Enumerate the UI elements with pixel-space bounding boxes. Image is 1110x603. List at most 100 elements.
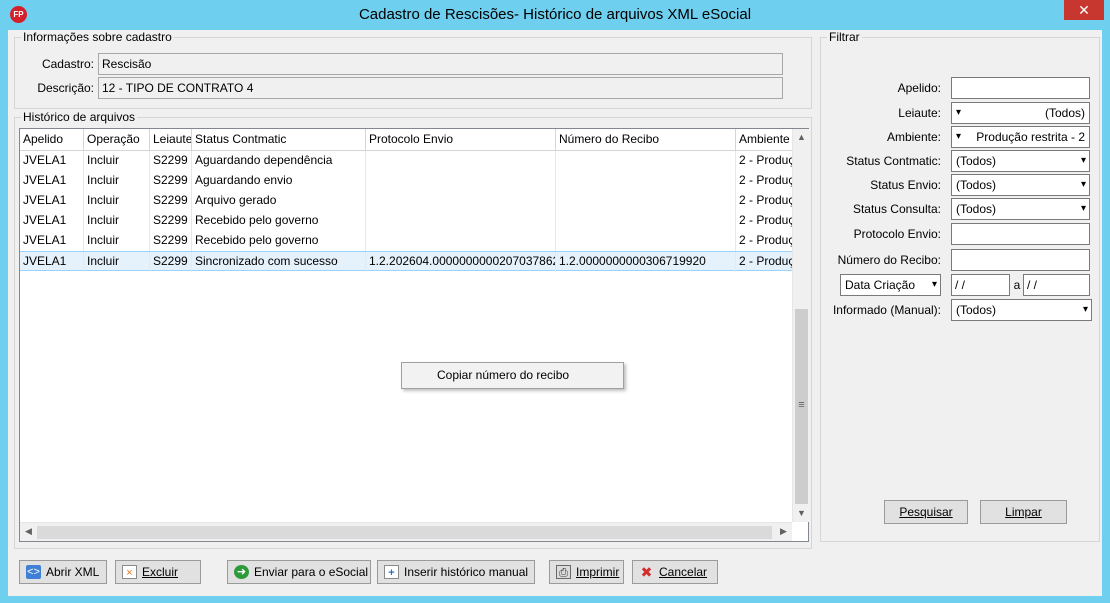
table-cell <box>366 231 556 251</box>
scroll-left-icon[interactable]: ◀ <box>20 523 37 540</box>
informado-select[interactable]: (Todos) ▾ <box>951 299 1092 321</box>
table-row[interactable]: JVELA1 Incluir S2299 Recebido pelo governo 2… <box>20 211 792 231</box>
table-cell: S2299 <box>150 191 192 211</box>
table-cell: 2 - Produção restrita <box>739 254 792 268</box>
table-cell <box>366 151 556 171</box>
table-cell: JVELA1 <box>20 211 84 231</box>
chevron-down-icon: ▾ <box>931 279 937 290</box>
cancelar-button[interactable]: ✖ Cancelar <box>632 560 718 584</box>
search-button-label: Pesquisar <box>899 505 953 519</box>
inserir-label: Inserir histórico manual <box>404 565 529 579</box>
send-icon: ➜ <box>234 565 249 579</box>
search-button[interactable]: Pesquisar <box>884 500 968 524</box>
scroll-down-icon[interactable]: ▼ <box>793 505 810 522</box>
col-protocolo-envio[interactable]: Protocolo Envio <box>366 129 556 150</box>
table-cell: S2299 <box>150 252 192 272</box>
chevron-down-icon: ▾ <box>1082 304 1088 315</box>
date-range-separator: a <box>1013 278 1021 292</box>
app-window: FP Cadastro de Rescisões- Histórico de a… <box>0 0 1110 603</box>
table-cell <box>556 231 736 251</box>
date-type-select[interactable]: Data Criação ▾ <box>840 274 941 296</box>
horizontal-scroll-thumb[interactable] <box>37 526 772 539</box>
close-button[interactable]: ✕ <box>1064 0 1104 20</box>
vertical-scrollbar[interactable]: ▲ ≡ ▼ <box>792 129 809 522</box>
cadastro-field: Rescisão <box>98 53 783 75</box>
descricao-field: 12 - TIPO DE CONTRATO 4 <box>98 77 783 99</box>
recibo-label: Número do Recibo: <box>837 253 941 267</box>
chevron-down-icon: ▾ <box>956 107 962 118</box>
info-group-label: Informações sobre cadastro <box>21 30 174 44</box>
table-row[interactable]: JVELA1 Incluir S2299 Aguardando envio 2 - Pr… <box>20 171 792 191</box>
table-cell: Recebido pelo governo <box>192 231 366 251</box>
imprimir-button[interactable]: ⎙ Imprimir <box>549 560 624 584</box>
date-from-input[interactable]: / / <box>951 274 1010 296</box>
table-cell: Incluir <box>84 151 150 171</box>
window-title: Cadastro de Rescisões- Histórico de arqu… <box>358 6 752 23</box>
table-cell: Arquivo gerado <box>192 191 366 211</box>
grip-icon: ≡ <box>798 399 805 411</box>
enviar-label: Enviar para o eSocial <box>254 565 369 579</box>
status-consulta-value: (Todos) <box>956 202 997 216</box>
apelido-input[interactable] <box>951 77 1090 99</box>
abrir-xml-button[interactable]: <> Abrir XML <box>19 560 107 584</box>
col-ambiente[interactable]: Ambiente <box>736 129 792 150</box>
status-envio-label: Status Envio: <box>870 178 941 192</box>
table-cell: 2 - Produção restrita <box>739 153 792 167</box>
col-numero-recibo[interactable]: Número do Recibo <box>556 129 736 150</box>
inserir-historico-button[interactable]: + Inserir histórico manual <box>377 560 535 584</box>
clear-button-label: Limpar <box>1005 505 1042 519</box>
col-status-contmatic[interactable]: Status Contmatic <box>192 129 366 150</box>
table-cell: JVELA1 <box>20 171 84 191</box>
leiaute-label: Leiaute: <box>898 106 941 120</box>
table-row[interactable]: JVELA1 Incluir S2299 Recebido pelo governo 2… <box>20 231 792 251</box>
table-cell: Aguardando dependência <box>192 151 366 171</box>
col-operacao[interactable]: Operação <box>84 129 150 150</box>
delete-file-icon: × <box>122 565 137 579</box>
enviar-esocial-button[interactable]: ➜ Enviar para o eSocial <box>227 560 371 584</box>
protocolo-input[interactable] <box>951 223 1090 245</box>
recibo-input[interactable] <box>951 249 1090 271</box>
add-document-icon: + <box>384 565 399 579</box>
status-consulta-select[interactable]: (Todos) ▾ <box>951 198 1090 220</box>
ambiente-value: Produção restrita - 2 <box>976 130 1085 144</box>
table-cell: JVELA1 <box>20 231 84 251</box>
informado-label: Informado (Manual): <box>832 303 941 317</box>
col-apelido[interactable]: Apelido <box>20 129 84 150</box>
col-leiaute[interactable]: Leiaute <box>150 129 192 150</box>
table-cell: JVELA1 <box>20 252 84 272</box>
chevron-down-icon: ▾ <box>1080 203 1086 214</box>
excluir-button[interactable]: × Excluir <box>115 560 201 584</box>
table-row[interactable]: JVELA1 Incluir S2299 Sincronizado com suces… <box>20 251 792 272</box>
table-cell: Aguardando envio <box>192 171 366 191</box>
status-envio-select[interactable]: (Todos) ▾ <box>951 174 1090 196</box>
table-cell: Recebido pelo governo <box>192 211 366 231</box>
horizontal-scrollbar[interactable]: ◀ ▶ <box>20 522 792 541</box>
table-cell: S2299 <box>150 171 192 191</box>
table-row[interactable]: JVELA1 Incluir S2299 Aguardando dependência… <box>20 151 792 171</box>
scroll-up-icon[interactable]: ▲ <box>793 129 810 146</box>
table-cell <box>366 171 556 191</box>
copy-receipt-menu-item[interactable]: Copiar número do recibo <box>437 363 569 388</box>
status-contmatic-select[interactable]: (Todos) ▾ <box>951 150 1090 172</box>
abrir-xml-label: Abrir XML <box>46 565 100 579</box>
scroll-right-icon[interactable]: ▶ <box>775 523 792 540</box>
date-to-input[interactable]: / / <box>1023 274 1090 296</box>
table-cell: Incluir <box>84 252 150 272</box>
excluir-label: Excluir <box>142 565 179 579</box>
date-type-value: Data Criação <box>845 278 916 292</box>
history-group-label: Histórico de arquivos <box>21 110 138 124</box>
table-row[interactable]: JVELA1 Incluir S2299 Arquivo gerado 2 - Prod… <box>20 191 792 211</box>
ambiente-select[interactable]: ▾ Produção restrita - 2 <box>951 126 1090 148</box>
chevron-down-icon: ▾ <box>1080 179 1086 190</box>
clear-button[interactable]: Limpar <box>980 500 1067 524</box>
cancelar-label: Cancelar <box>659 565 708 579</box>
leiaute-select[interactable]: ▾ (Todos) <box>951 102 1090 124</box>
status-envio-value: (Todos) <box>956 178 997 192</box>
table-cell: Incluir <box>84 211 150 231</box>
title-bar: FP Cadastro de Rescisões- Histórico de a… <box>0 0 1110 30</box>
table-cell: Incluir <box>84 231 150 251</box>
printer-icon: ⎙ <box>556 565 571 579</box>
table-cell: S2299 <box>150 211 192 231</box>
chevron-down-icon: ▾ <box>1080 155 1086 166</box>
table-cell: 2 - Produção restrita <box>739 173 792 187</box>
